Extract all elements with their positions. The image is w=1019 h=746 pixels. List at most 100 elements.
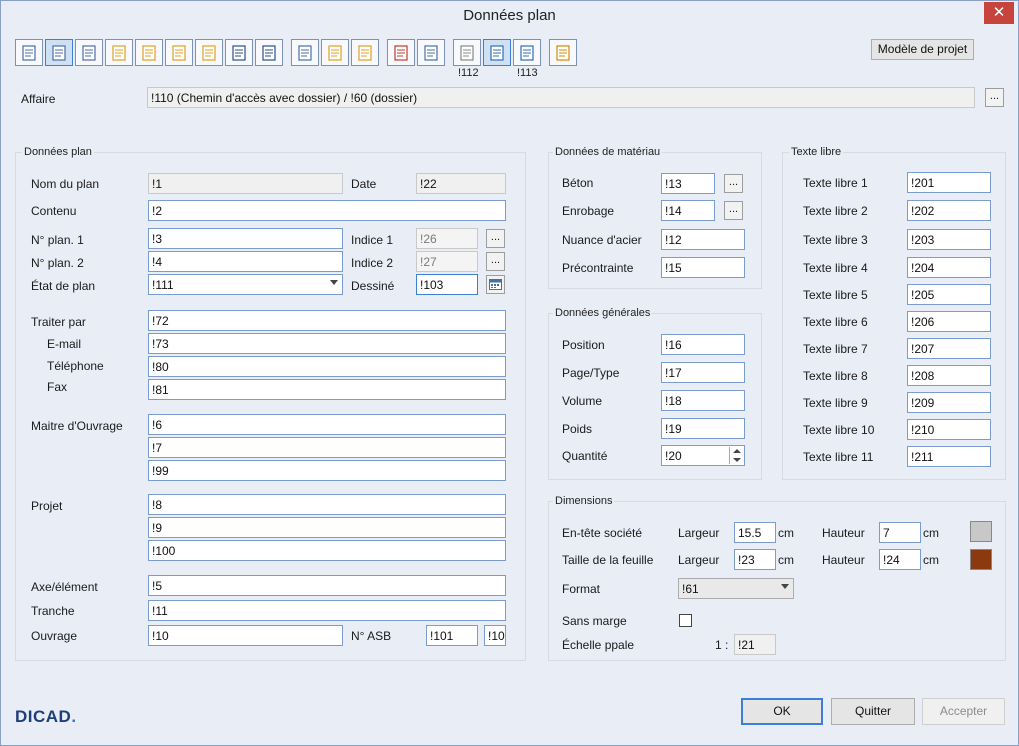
model-project-button[interactable]: Modèle de projet bbox=[871, 39, 974, 60]
email-field[interactable]: !73 bbox=[148, 333, 506, 354]
fax-field[interactable]: !81 bbox=[148, 379, 506, 400]
texte-libre-label-6: Texte libre 6 bbox=[803, 315, 868, 329]
feuille-color-swatch[interactable] bbox=[970, 549, 992, 570]
traiter-field[interactable]: !72 bbox=[148, 310, 506, 331]
nplan2-field[interactable]: !4 bbox=[148, 251, 343, 272]
maitre-ouvrage-field-3[interactable]: !99 bbox=[148, 460, 506, 481]
email-label: E-mail bbox=[47, 337, 82, 351]
precontrainte-label: Précontrainte bbox=[562, 261, 634, 275]
volume-field[interactable]: !18 bbox=[661, 390, 745, 411]
texte-libre-field-7[interactable]: !207 bbox=[907, 338, 991, 359]
calendar-button[interactable] bbox=[486, 275, 505, 294]
toolbar-button-building-document[interactable] bbox=[75, 39, 103, 66]
texte-libre-field-1[interactable]: !201 bbox=[907, 172, 991, 193]
toolbar-button-copy-document[interactable] bbox=[351, 39, 379, 66]
generales-title: Données générales bbox=[553, 307, 653, 319]
texte-libre-field-2[interactable]: !202 bbox=[907, 200, 991, 221]
texte-libre-field-8[interactable]: !208 bbox=[907, 365, 991, 386]
projet-field-2[interactable]: !9 bbox=[148, 517, 506, 538]
affaire-label: Affaire bbox=[21, 92, 56, 106]
toolbar-button-open-folder[interactable] bbox=[105, 39, 133, 66]
enrobage-browse-button[interactable]: ... bbox=[724, 201, 743, 220]
entete-hauteur-field[interactable]: 7 bbox=[879, 522, 921, 543]
texte-libre-field-5[interactable]: !205 bbox=[907, 284, 991, 305]
echelle-label: Échelle ppale bbox=[562, 638, 635, 652]
quantite-stepper[interactable]: !20 bbox=[661, 445, 745, 466]
accept-button[interactable]: Accepter bbox=[922, 698, 1005, 725]
ouvrage-field[interactable]: !10 bbox=[148, 625, 343, 646]
nuance-acier-field[interactable]: !12 bbox=[661, 229, 745, 250]
date-field[interactable]: !22 bbox=[416, 173, 506, 194]
poids-field[interactable]: !19 bbox=[661, 418, 745, 439]
dessine-field[interactable]: !103 bbox=[416, 274, 478, 295]
toolbar-button-columns[interactable] bbox=[513, 39, 541, 66]
toolbar-button-3d-box[interactable] bbox=[453, 39, 481, 66]
page-type-field[interactable]: !17 bbox=[661, 362, 745, 383]
projet-field-1[interactable]: !8 bbox=[148, 494, 506, 515]
chevron-down-icon bbox=[330, 280, 338, 285]
toolbar-button-table-export[interactable] bbox=[417, 39, 445, 66]
spin-arrows-icon[interactable] bbox=[729, 447, 743, 464]
echelle-field[interactable]: !21 bbox=[734, 634, 776, 655]
indice2-label: Indice 2 bbox=[351, 256, 394, 270]
nom-plan-field[interactable]: !1 bbox=[148, 173, 343, 194]
texte-libre-label-2: Texte libre 2 bbox=[803, 204, 868, 218]
affaire-browse-button[interactable]: ... bbox=[985, 88, 1004, 107]
beton-field[interactable]: !13 bbox=[661, 173, 715, 194]
asb-field-2[interactable]: !102 bbox=[484, 625, 506, 646]
beton-browse-button[interactable]: ... bbox=[724, 174, 743, 193]
indice2-field[interactable]: !27 bbox=[416, 251, 478, 272]
feuille-hauteur-field[interactable]: !24 bbox=[879, 549, 921, 570]
contenu-field[interactable]: !2 bbox=[148, 200, 506, 221]
texte-libre-field-10[interactable]: !210 bbox=[907, 419, 991, 440]
asb-field-1[interactable]: !101 bbox=[426, 625, 478, 646]
toolbar-button-folder-export[interactable] bbox=[321, 39, 349, 66]
entete-largeur-field[interactable]: 15.5 bbox=[734, 522, 776, 543]
toolbar-button-new-document[interactable] bbox=[15, 39, 43, 66]
texte-libre-field-4[interactable]: !204 bbox=[907, 257, 991, 278]
texte-libre-field-3[interactable]: !203 bbox=[907, 229, 991, 250]
telephone-label: Téléphone bbox=[47, 359, 104, 373]
entete-color-swatch[interactable] bbox=[970, 521, 992, 542]
precontrainte-field[interactable]: !15 bbox=[661, 257, 745, 278]
sans-marge-checkbox[interactable] bbox=[679, 614, 692, 627]
maitre-ouvrage-field-1[interactable]: !6 bbox=[148, 414, 506, 435]
projet-field-3[interactable]: !100 bbox=[148, 540, 506, 561]
feuille-largeur-field[interactable]: !23 bbox=[734, 549, 776, 570]
axe-element-field[interactable]: !5 bbox=[148, 575, 506, 596]
sans-marge-label: Sans marge bbox=[562, 614, 627, 628]
toolbar-button-settings[interactable] bbox=[549, 39, 577, 66]
toolbar-button-open-folder-people[interactable] bbox=[165, 39, 193, 66]
position-field[interactable]: !16 bbox=[661, 334, 745, 355]
ok-button[interactable]: OK bbox=[741, 698, 823, 725]
largeur-label-1: Largeur bbox=[678, 526, 720, 540]
toolbar-button-list-view[interactable] bbox=[45, 39, 73, 66]
close-button[interactable]: ✕ bbox=[984, 2, 1014, 24]
indice1-field[interactable]: !26 bbox=[416, 228, 478, 249]
toolbar-button-save-as[interactable] bbox=[255, 39, 283, 66]
title-bar[interactable]: Données plan ✕ bbox=[1, 1, 1018, 31]
toolbar-button-open-folder-arrow[interactable] bbox=[135, 39, 163, 66]
toolbar-button-open-folder-document[interactable] bbox=[195, 39, 223, 66]
toolbar-button-plan-view[interactable] bbox=[483, 39, 511, 66]
format-select[interactable]: !61 bbox=[678, 578, 794, 599]
indice1-browse-button[interactable]: ... bbox=[486, 229, 505, 248]
affaire-field[interactable]: !110 (Chemin d'accès avec dossier) / !60… bbox=[147, 87, 975, 108]
tranche-field[interactable]: !11 bbox=[148, 600, 506, 621]
fax-label: Fax bbox=[47, 380, 68, 394]
toolbar-button-import-frame[interactable] bbox=[387, 39, 415, 66]
telephone-field[interactable]: !80 bbox=[148, 356, 506, 377]
texte-libre-field-6[interactable]: !206 bbox=[907, 311, 991, 332]
etat-plan-select[interactable]: !111 bbox=[148, 274, 343, 295]
volume-label: Volume bbox=[562, 394, 603, 408]
indice2-browse-button[interactable]: ... bbox=[486, 252, 505, 271]
toolbar-button-save[interactable] bbox=[225, 39, 253, 66]
maitre-ouvrage-field-2[interactable]: !7 bbox=[148, 437, 506, 458]
dimensions-title: Dimensions bbox=[553, 495, 615, 507]
quit-button[interactable]: Quitter bbox=[831, 698, 915, 725]
texte-libre-field-9[interactable]: !209 bbox=[907, 392, 991, 413]
toolbar-button-export[interactable] bbox=[291, 39, 319, 66]
nplan1-field[interactable]: !3 bbox=[148, 228, 343, 249]
texte-libre-field-11[interactable]: !211 bbox=[907, 446, 991, 467]
enrobage-field[interactable]: !14 bbox=[661, 200, 715, 221]
